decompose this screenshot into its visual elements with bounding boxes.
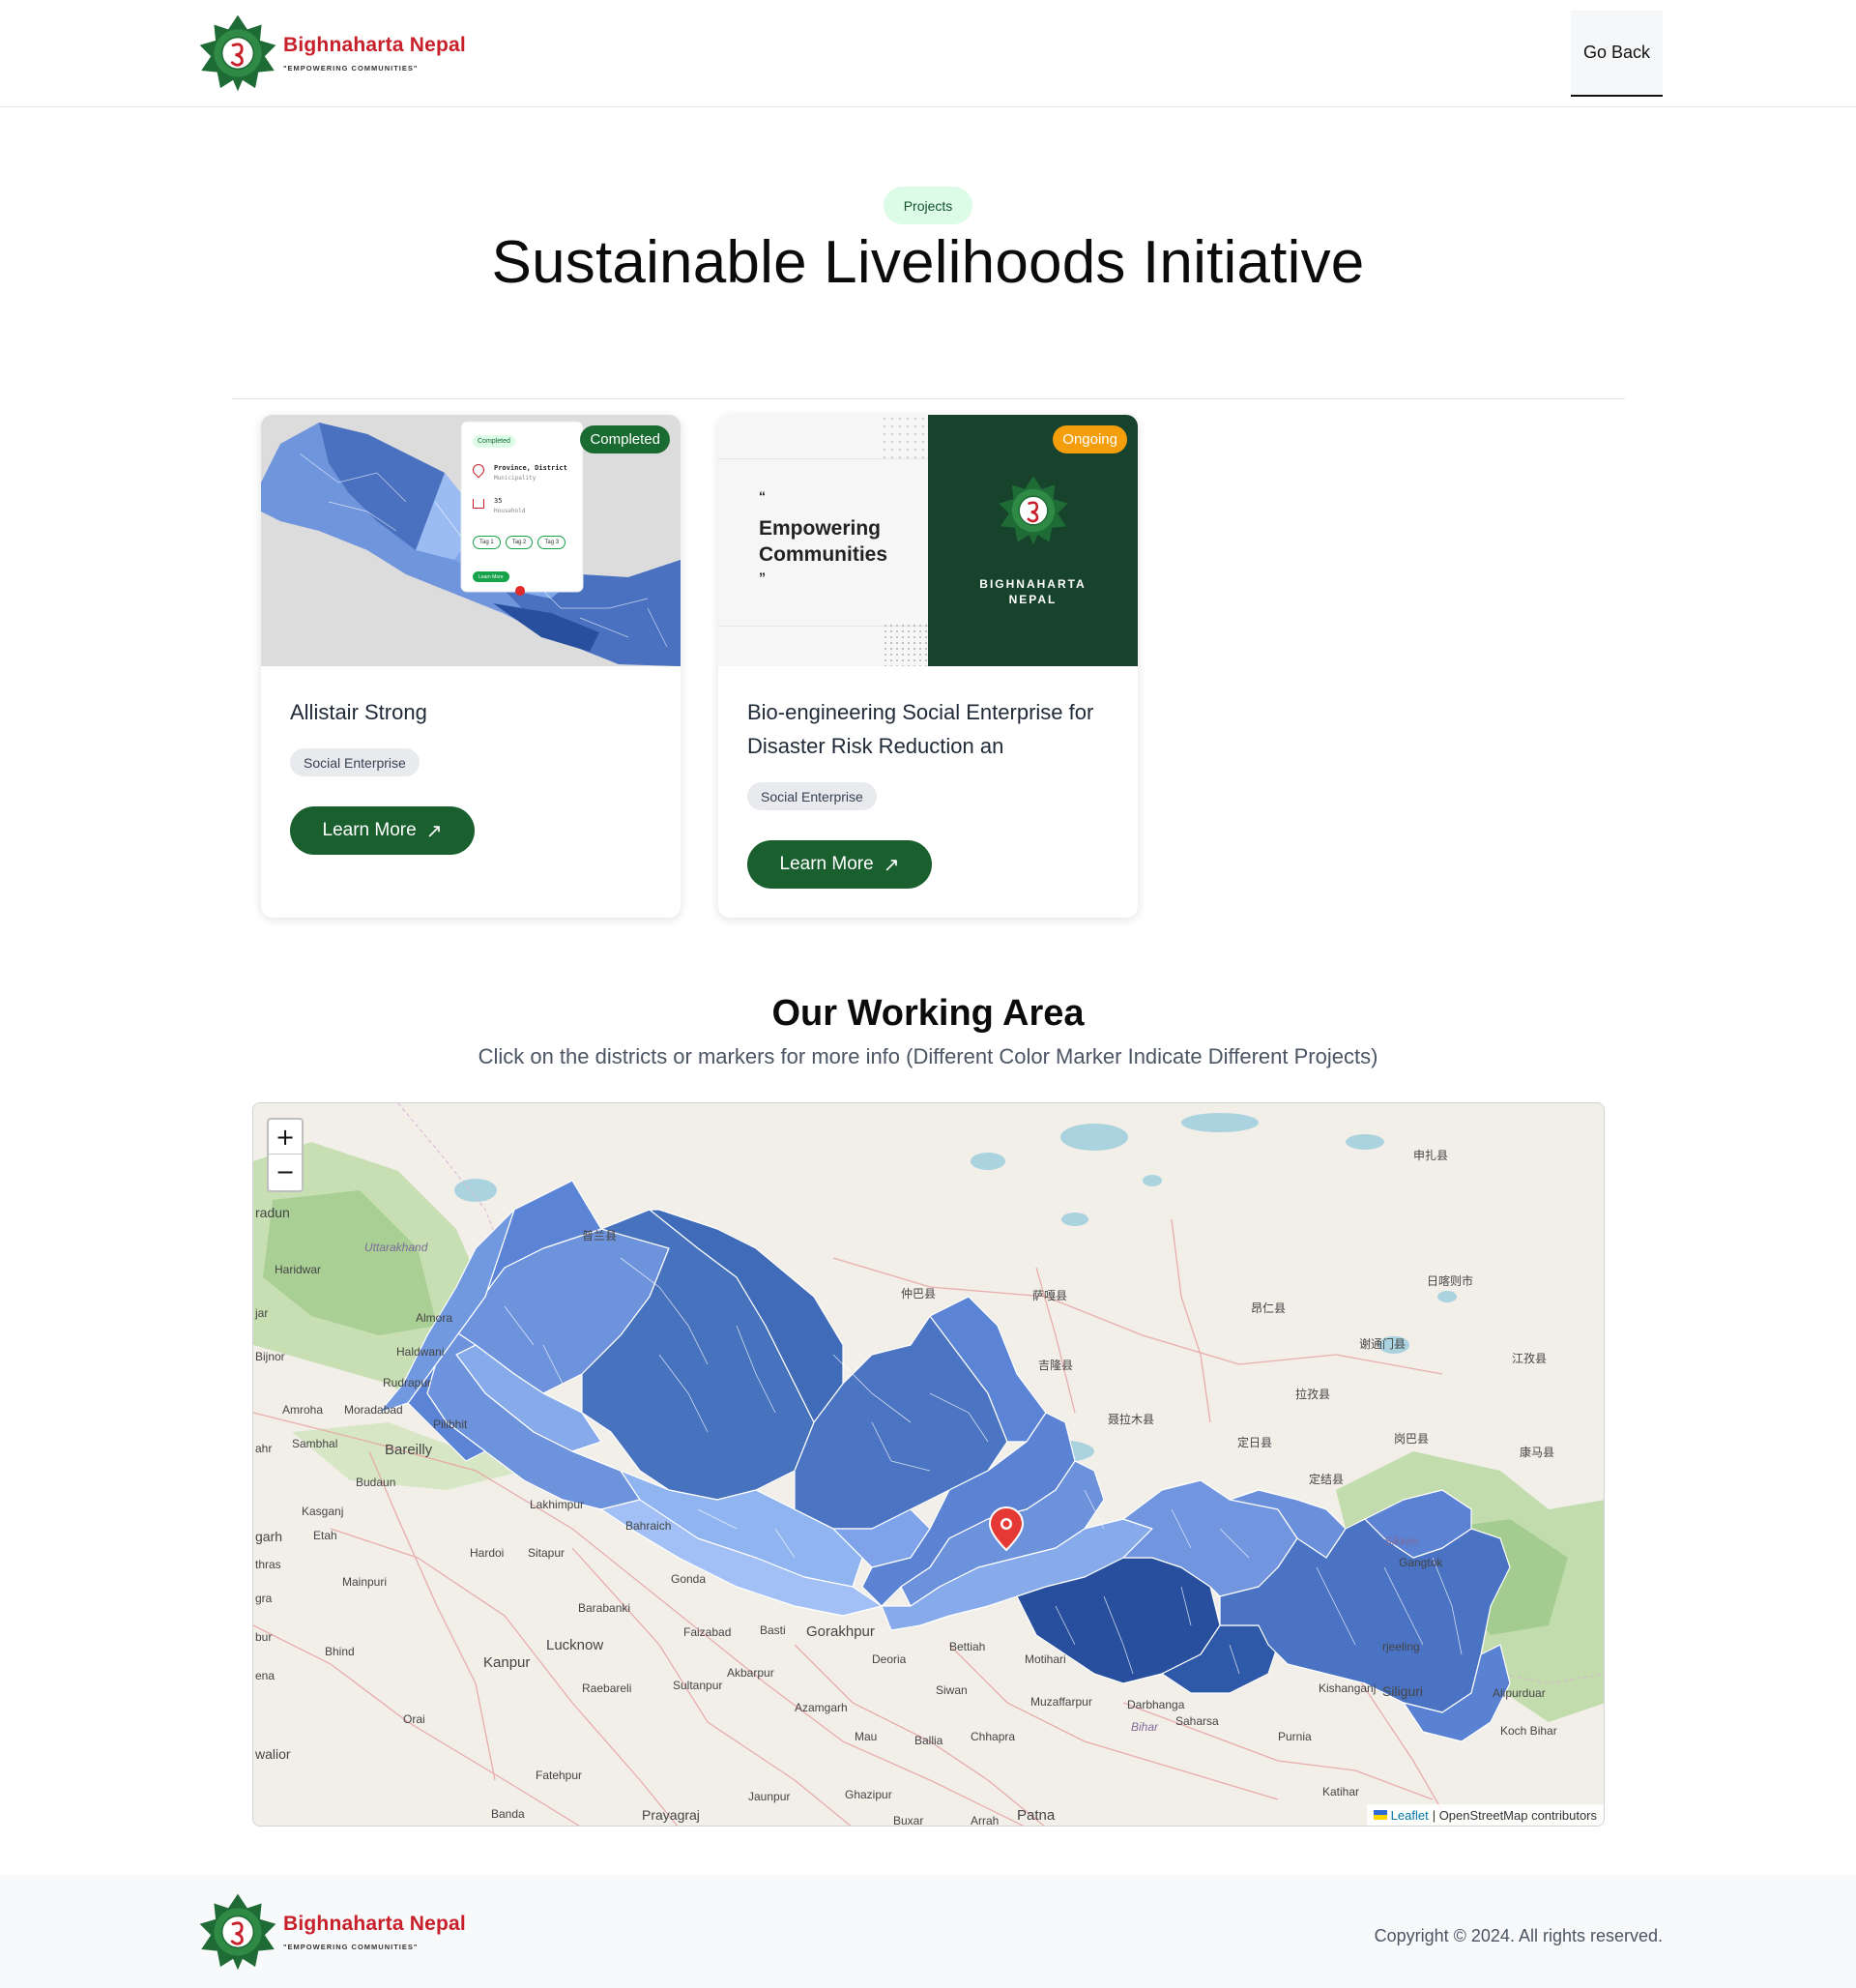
mini-tag: Tag 2	[505, 536, 534, 549]
footer-brand-name: Bighnaharta Nepal	[283, 1913, 466, 1935]
category-chip: Social Enterprise	[747, 782, 877, 810]
map-zoom-control: + −	[267, 1118, 304, 1192]
page-title: Sustainable Livelihoods Initiative	[491, 229, 1365, 296]
leaflet-link[interactable]: Leaflet	[1391, 1808, 1429, 1823]
mini-tags: Tag 1 Tag 2 Tag 3	[473, 536, 566, 549]
brand-logo[interactable]: Bighnaharta Nepal "EMPOWERING COMMUNITIE…	[198, 14, 466, 93]
map-attribution: Leaflet | OpenStreetMap contributors	[1366, 1804, 1604, 1826]
project-thumbnail: Completed Province, District Municipalit…	[261, 415, 681, 666]
brand-name: Bighnaharta Nepal	[283, 34, 466, 56]
status-badge: Ongoing	[1053, 425, 1127, 453]
osm-attribution[interactable]: | OpenStreetMap contributors	[1433, 1808, 1597, 1823]
card-title: Bio-engineering Social Enterprise for Di…	[747, 700, 1094, 758]
learn-more-button[interactable]: Learn More ↗	[747, 840, 932, 889]
project-thumbnail: “ Empowering Communities ” BIGHNAHARTA N…	[718, 415, 1138, 666]
mini-tag: Tag 1	[473, 536, 501, 549]
footer-brand-text: Bighnaharta Nepal "EMPOWERING COMMUNITIE…	[283, 1913, 466, 1951]
working-area-subtitle: Click on the districts or markers for mo…	[478, 1044, 1378, 1068]
mini-municipality: Municipality	[494, 475, 536, 482]
card-title: Allistair Strong	[290, 700, 427, 724]
project-card: Completed Province, District Municipalit…	[261, 415, 681, 918]
house-icon	[473, 499, 484, 509]
divider	[232, 398, 1625, 399]
status-badge: Completed	[580, 425, 670, 453]
footer-brand-tagline: "EMPOWERING COMMUNITIES"	[283, 1943, 419, 1951]
bighnaharta-logo-icon	[198, 1892, 277, 1972]
map-tiles	[253, 1103, 1604, 1826]
category-chip: Social Enterprise	[290, 748, 420, 776]
copyright-text: Copyright © 2024. All rights reserved.	[1374, 1926, 1663, 1945]
bighnaharta-logo-icon	[998, 475, 1069, 546]
site-header: Bighnaharta Nepal "EMPOWERING COMMUNITIE…	[0, 0, 1856, 107]
quote-line: Communities	[759, 543, 888, 566]
quote-text: Empowering Communities	[759, 515, 887, 568]
mini-location: Province, District	[494, 464, 567, 472]
zoom-out-button[interactable]: −	[269, 1155, 302, 1189]
mini-households: 35	[494, 497, 503, 505]
quote-line: Empowering	[759, 517, 882, 540]
working-area-map[interactable]: radun Uttarakhand Haridwar Almora Haldwa…	[252, 1102, 1605, 1827]
brand-text: Bighnaharta Nepal "EMPOWERING COMMUNITIE…	[283, 34, 466, 73]
bighnaharta-logo-icon	[198, 14, 277, 93]
brand-label: BIGHNAHARTA NEPAL	[928, 576, 1138, 607]
quote-close: ”	[759, 570, 766, 585]
mini-popup-content: Completed Province, District Municipalit…	[461, 422, 583, 592]
mini-status-badge: Completed	[473, 435, 515, 448]
learn-more-label: Learn More	[779, 854, 874, 874]
thumbnail-quote-panel: “ Empowering Communities ”	[718, 415, 928, 666]
brand-label-line: NEPAL	[1008, 593, 1058, 606]
mini-tag: Tag 3	[537, 536, 566, 549]
brand-label-line: BIGHNAHARTA	[979, 577, 1087, 591]
quote-open: “	[759, 488, 766, 504]
section-pill: Projects	[884, 187, 972, 224]
learn-more-label: Learn More	[322, 820, 417, 840]
project-card: “ Empowering Communities ” BIGHNAHARTA N…	[718, 415, 1138, 918]
mini-households-label: Household	[494, 508, 526, 514]
learn-more-button[interactable]: Learn More ↗	[290, 806, 475, 855]
arrow-up-right-icon: ↗	[425, 820, 443, 842]
footer-brand-logo[interactable]: Bighnaharta Nepal "EMPOWERING COMMUNITIE…	[198, 1892, 466, 1972]
go-back-button[interactable]: Go Back	[1571, 11, 1663, 97]
site-footer: Bighnaharta Nepal "EMPOWERING COMMUNITIE…	[0, 1875, 1856, 1988]
mini-learn-button: Learn More	[473, 571, 509, 582]
zoom-in-button[interactable]: +	[269, 1120, 302, 1155]
brand-tagline: "EMPOWERING COMMUNITIES"	[283, 64, 419, 73]
working-area-title: Our Working Area	[771, 993, 1085, 1034]
arrow-up-right-icon: ↗	[883, 854, 900, 876]
dot-pattern	[883, 623, 927, 666]
location-pin-icon	[470, 461, 487, 479]
ukraine-flag-icon	[1373, 1810, 1387, 1820]
dot-pattern	[881, 415, 925, 459]
